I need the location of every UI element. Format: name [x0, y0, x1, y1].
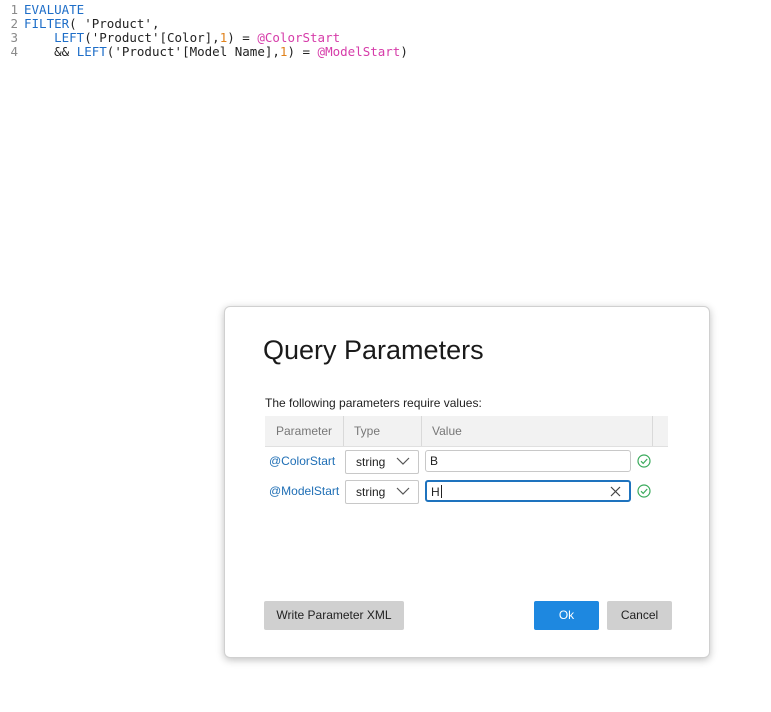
check-circle-icon — [637, 454, 651, 468]
column-header-type[interactable]: Type — [344, 416, 422, 446]
code-token: && — [24, 44, 77, 59]
clear-icon[interactable] — [610, 486, 621, 497]
value-input[interactable]: B — [425, 450, 631, 472]
column-header-value[interactable]: Value — [422, 416, 653, 446]
parameter-name: @ModelStart — [269, 484, 340, 498]
query-parameters-dialog: Query Parameters The following parameter… — [224, 306, 710, 658]
cancel-button[interactable]: Cancel — [607, 601, 672, 630]
write-parameter-xml-button[interactable]: Write Parameter XML — [264, 601, 404, 630]
code-token: 'Product' — [84, 16, 152, 31]
type-dropdown[interactable]: string — [345, 450, 419, 474]
code-line: 3 LEFT('Product'[Color],1) = @ColorStart — [0, 31, 771, 45]
line-number: 3 — [10, 30, 18, 45]
chevron-down-icon — [396, 487, 410, 495]
line-number: 4 — [10, 44, 18, 59]
code-line: 1 EVALUATE — [0, 3, 771, 17]
code-token: LEFT — [54, 30, 85, 45]
dialog-subtitle: The following parameters require values: — [265, 396, 482, 410]
value-text: H — [431, 485, 442, 499]
code-token: 'Product' — [91, 30, 160, 45]
chevron-down-icon — [396, 457, 410, 465]
parameter-row: @ModelStart string H — [265, 480, 685, 504]
type-dropdown[interactable]: string — [345, 480, 419, 504]
code-token: ( — [69, 16, 85, 31]
code-token: EVALUATE — [24, 2, 85, 17]
code-editor[interactable]: 1 EVALUATE 2 FILTER( 'Product', 3 LEFT('Prod… — [0, 3, 771, 59]
ok-button[interactable]: Ok — [534, 601, 599, 630]
type-value: string — [356, 455, 386, 469]
parameter-row: @ColorStart string B — [265, 450, 685, 474]
text-caret — [440, 485, 442, 498]
code-token: ( — [84, 30, 92, 45]
code-token: LEFT — [76, 44, 107, 59]
code-token: 'Product' — [114, 44, 183, 59]
parameter-name: @ColorStart — [269, 454, 336, 468]
code-token: ) — [400, 44, 408, 59]
code-token: ) = — [227, 30, 258, 45]
code-token: ) = — [287, 44, 318, 59]
code-token: @ColorStart — [257, 30, 341, 45]
line-number: 1 — [10, 2, 18, 17]
value-text: B — [430, 454, 439, 468]
code-line: 2 FILTER( 'Product', — [0, 17, 771, 31]
value-text-content: H — [431, 485, 440, 499]
code-token: [Model Name], — [182, 44, 280, 59]
code-token: FILTER — [24, 16, 70, 31]
code-line: 4 && LEFT('Product'[Model Name],1) = @Mo… — [0, 45, 771, 59]
dialog-title: Query Parameters — [263, 335, 484, 365]
type-value: string — [356, 485, 386, 499]
code-token: [Color], — [159, 30, 220, 45]
value-input[interactable]: H — [425, 480, 631, 502]
parameters-grid-header: Parameter Type Value — [265, 416, 668, 447]
check-circle-icon — [637, 484, 651, 498]
code-token: , — [151, 16, 160, 31]
column-header-parameter[interactable]: Parameter — [265, 416, 344, 446]
code-token: @ModelStart — [317, 44, 401, 59]
line-number: 2 — [10, 16, 18, 31]
